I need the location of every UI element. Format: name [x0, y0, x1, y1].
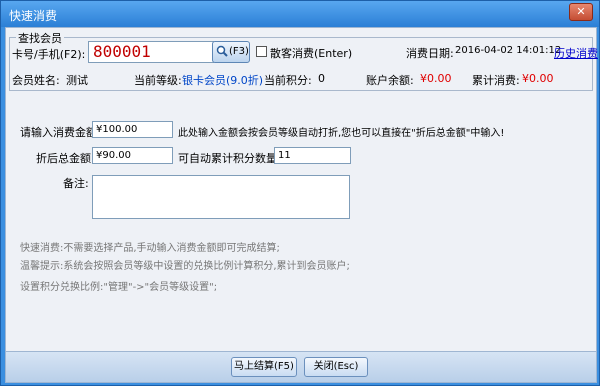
note-label: 备注:	[63, 177, 89, 190]
member-points-value: 0	[318, 72, 325, 85]
account-balance-value: ¥0.00	[420, 72, 452, 85]
member-group-legend: 查找会员	[16, 30, 64, 46]
member-search-button[interactable]: (F3)	[212, 41, 250, 63]
discount-total-label: 折后总金额:	[36, 152, 95, 165]
member-name-value: 测试	[66, 74, 88, 87]
member-level-label: 当前等级:	[134, 74, 182, 87]
date-label: 消费日期:	[406, 47, 454, 60]
dialog-close-button[interactable]: ✕	[569, 3, 593, 21]
hint-quick-consume: 快速消费:不需要选择产品,手动输入消费金额即可完成结算;	[20, 243, 280, 254]
dialog-title: 快速消费	[9, 9, 58, 23]
card-number-input[interactable]: 800001	[88, 41, 214, 63]
discount-total-input[interactable]: ¥90.00	[92, 147, 173, 164]
account-balance-label: 账户余额:	[366, 74, 414, 87]
dialog-content: 查找会员 卡号/手机(F2): 800001 (F3) 散客消费(Enter) …	[5, 27, 598, 383]
walkin-checkbox[interactable]	[256, 46, 267, 57]
quick-consume-dialog: 快速消费 ✕ 查找会员 卡号/手机(F2): 800001 (F3) 散客消费(…	[0, 0, 600, 386]
walkin-label: 散客消费(Enter)	[270, 47, 353, 60]
dialog-titlebar: 快速消费 ✕	[1, 1, 599, 27]
total-consume-label: 累计消费:	[472, 74, 520, 87]
search-shortcut-label: (F3)	[229, 46, 249, 57]
note-textarea[interactable]	[92, 175, 350, 219]
member-lookup-group: 查找会员 卡号/手机(F2): 800001 (F3) 散客消费(Enter) …	[9, 30, 598, 91]
card-label: 卡号/手机(F2):	[12, 48, 86, 61]
hint-settings-path: 设置积分兑换比例:"管理"->"会员等级设置";	[20, 282, 218, 293]
hint-points-ratio: 温馨提示:系统会按照会员等级中设置的兑换比例计算积分,累计到会员账户;	[20, 261, 350, 272]
member-level-value: 银卡会员(9.0折)	[182, 74, 264, 87]
dialog-button-bar: 马上结算(F5) 关闭(Esc)	[6, 351, 596, 382]
auto-points-label: 可自动累计积分数量:	[178, 152, 281, 165]
amount-hint: 此处输入金额会按会员等级自动打折,您也可以直接在"折后总金额"中输入!	[178, 128, 505, 139]
amount-input[interactable]: ¥100.00	[92, 121, 173, 138]
magnifier-icon	[216, 45, 228, 57]
history-consume-link[interactable]: 历史消费	[554, 45, 598, 61]
auto-points-input[interactable]: 11	[274, 147, 351, 164]
checkout-button[interactable]: 马上结算(F5)	[231, 357, 297, 377]
consume-date-value: 2016-04-02 14:01:12	[455, 45, 562, 56]
member-points-label: 当前积分:	[264, 74, 312, 87]
close-button[interactable]: 关闭(Esc)	[304, 357, 368, 377]
member-name-label: 会员姓名:	[12, 74, 60, 87]
total-consume-value: ¥0.00	[522, 72, 554, 85]
amount-label: 请输入消费金额:	[20, 126, 101, 139]
close-icon: ✕	[576, 5, 586, 18]
